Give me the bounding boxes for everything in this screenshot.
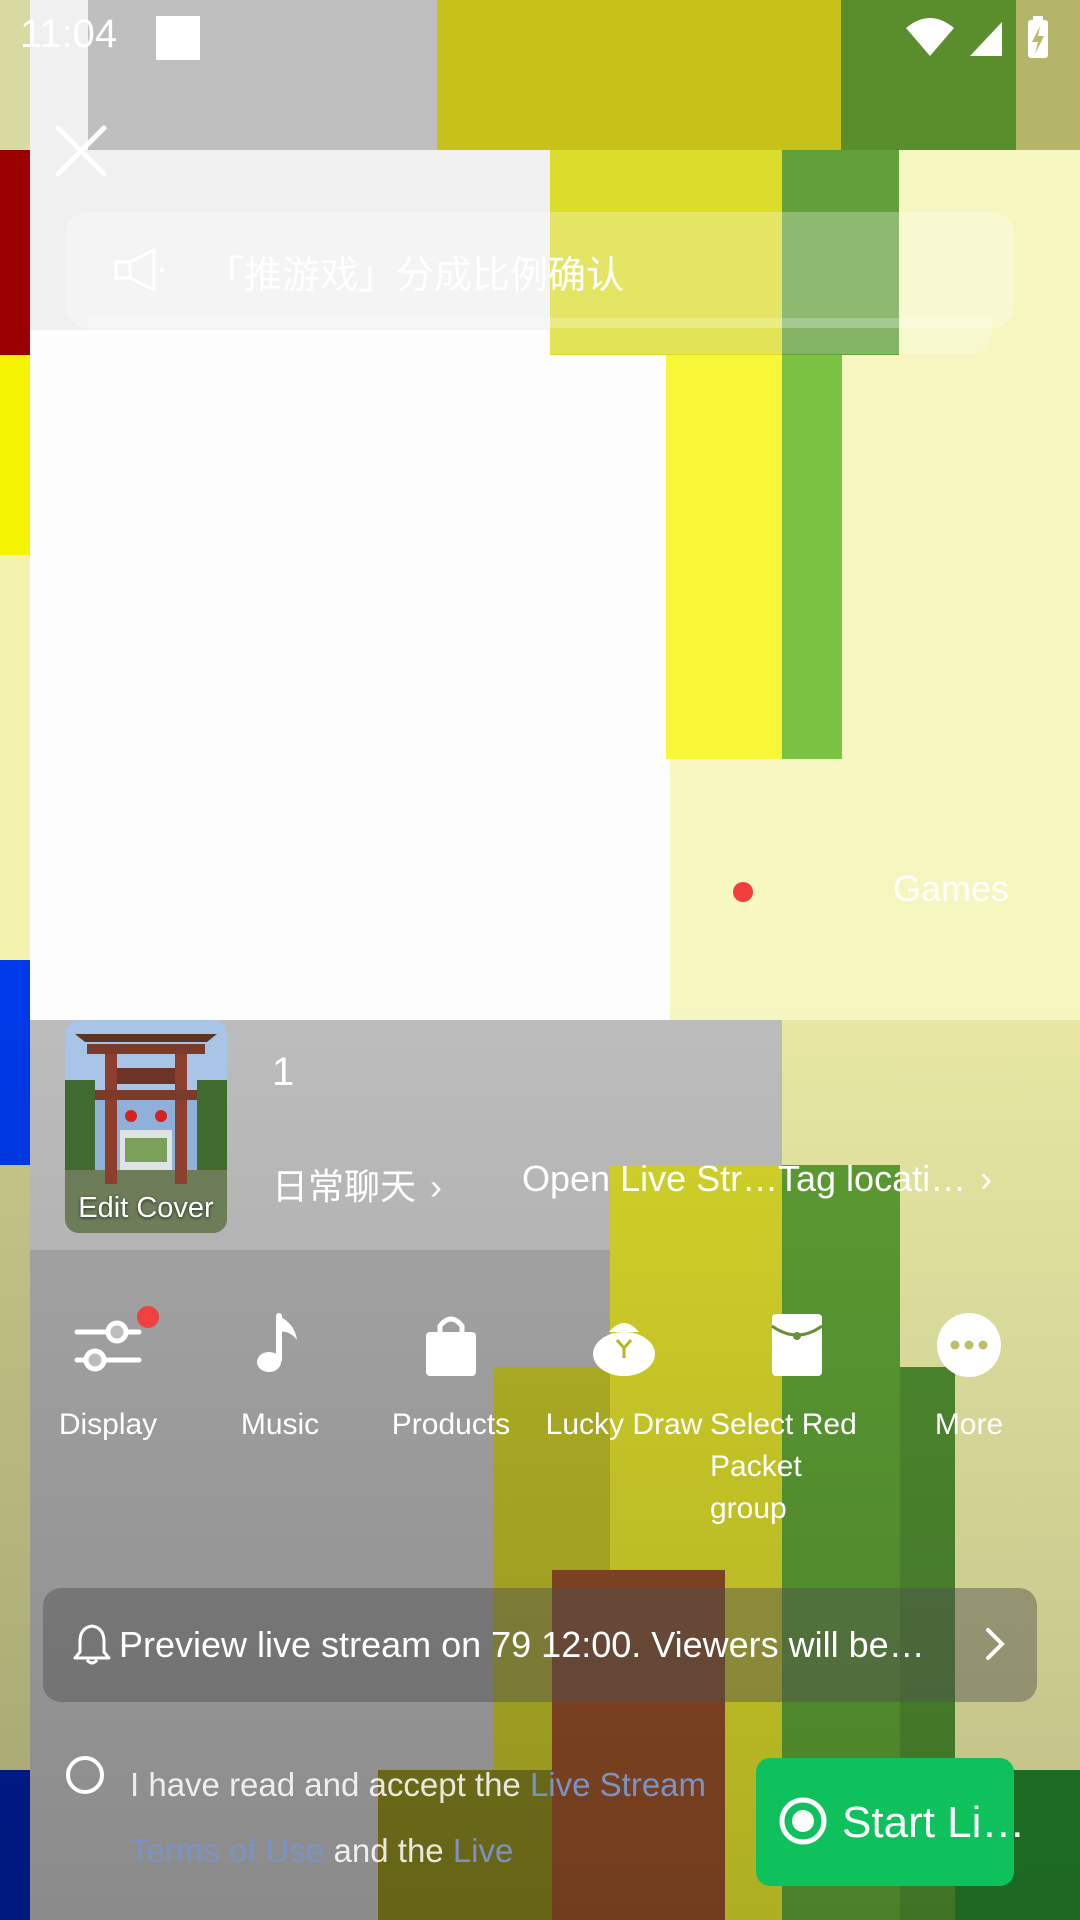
cell-signal-icon [970, 22, 1002, 56]
bell-icon [73, 1624, 111, 1665]
category-badge-dot [733, 882, 753, 902]
terms-prefix: I have read and accept the [130, 1766, 530, 1803]
display-badge-dot [137, 1306, 159, 1328]
tool-lucky-draw[interactable]: Lucky Draw [539, 1310, 709, 1446]
chevron-right-icon: › [980, 1158, 993, 1199]
tool-music[interactable]: Music [195, 1310, 365, 1446]
red-packet-icon [771, 1314, 823, 1376]
edit-cover-label: Edit Cover [78, 1192, 214, 1224]
category-games-label[interactable]: Games [893, 868, 1009, 910]
tool-more-label: More [934, 1408, 1004, 1441]
notice-banner[interactable]: 「推游戏」分成比例确认 [66, 212, 1014, 328]
tag-location-label: Tag locati… [778, 1158, 967, 1199]
shopping-bag-icon [426, 1316, 476, 1376]
display-sliders-icon [74, 1320, 142, 1372]
record-icon [779, 1797, 827, 1845]
tool-more[interactable]: More [884, 1310, 1054, 1446]
tool-music-label: Music [240, 1408, 320, 1441]
terms-agreement-text: I have read and accept the Live Stream T… [130, 1752, 770, 1884]
terms-middle: and the [324, 1832, 453, 1869]
close-icon [55, 125, 107, 177]
tool-red-packet-label: Select Red Packet group [710, 1408, 857, 1525]
edit-cover-button[interactable]: Edit Cover [65, 1020, 227, 1233]
tool-display-label: Display [58, 1408, 158, 1441]
start-live-label: Start Li… [842, 1798, 1026, 1847]
tool-products-label: Products [391, 1408, 511, 1441]
wifi-icon [906, 18, 954, 56]
preview-stream-text: Preview live stream on 79 12:00. Viewers… [119, 1624, 925, 1665]
tool-red-packet[interactable]: Select Red Packet group [710, 1310, 882, 1530]
tool-lucky-draw-label: Lucky Draw [545, 1408, 703, 1441]
battery-charging-icon [1028, 16, 1048, 58]
more-dots-icon [937, 1313, 1001, 1377]
preview-stream-banner[interactable]: Preview live stream on 79 12:00. Viewers… [43, 1588, 1037, 1702]
status-icons [906, 16, 1048, 58]
tool-products[interactable]: Products [366, 1310, 536, 1446]
megaphone-icon [114, 248, 165, 292]
open-live-stream-button[interactable]: Open Live Str… [522, 1158, 778, 1200]
status-bar: 11:04 [0, 0, 1080, 75]
open-live-stream-label: Open Live Str… [522, 1158, 779, 1199]
category-tag-button[interactable]: 日常聊天 › [272, 1158, 442, 1210]
chevron-right-icon: › [430, 1166, 443, 1207]
status-time: 11:04 [20, 12, 118, 56]
music-note-icon [257, 1313, 297, 1372]
category-tag-label: 日常聊天 [272, 1166, 417, 1207]
notification-placeholder-icon [156, 16, 200, 60]
tool-display[interactable]: Display [23, 1306, 193, 1446]
chevron-right-icon [986, 1628, 1005, 1660]
tag-location-button[interactable]: Tag locati… › [778, 1158, 992, 1200]
lucky-bag-icon [593, 1323, 655, 1376]
notice-text: 「推游戏」分成比例确认 [206, 255, 625, 297]
live-policy-link[interactable]: Live [453, 1832, 514, 1869]
close-button[interactable] [52, 122, 110, 180]
stream-title-input[interactable]: 1 [272, 1050, 294, 1095]
start-live-button[interactable]: Start Li… [756, 1758, 1025, 1886]
terms-accept-radio[interactable] [66, 1756, 104, 1794]
